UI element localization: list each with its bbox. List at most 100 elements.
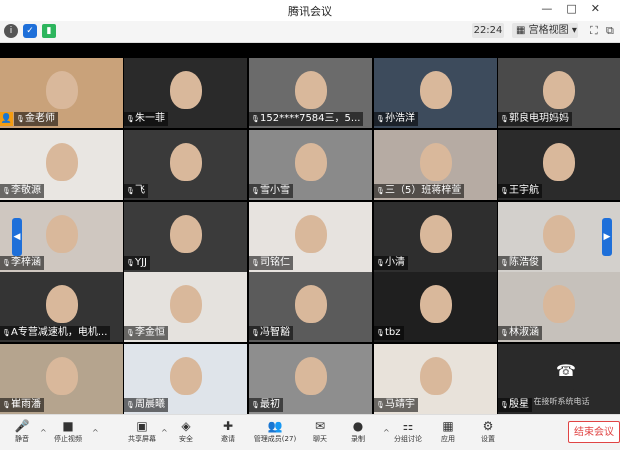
shield-icon[interactable]: ✓ (23, 24, 37, 38)
participant-tile[interactable]: 🎙郭良电玥妈妈 (498, 58, 620, 128)
participant-name-label: 🎙李梓涵 (0, 256, 44, 270)
mic-icon: 🎙 (376, 115, 385, 123)
participant-name: 小清 (385, 257, 405, 268)
participant-video (294, 70, 327, 109)
participant-tile[interactable]: 🎙孙浩洋 (374, 58, 497, 128)
toolbar-button-label: 停止视频 (54, 435, 82, 443)
participant-tile[interactable]: 🎙冯智豁 (249, 272, 372, 342)
participant-tile[interactable]: 🎙最初 (249, 344, 372, 414)
toolbar-button-label: 聊天 (313, 435, 327, 443)
participant-tile[interactable]: 🎙周晨曦 (124, 344, 247, 414)
toolbar-button-label: 管理成员(27) (253, 435, 297, 443)
signal-icon[interactable]: ▮ (42, 24, 56, 38)
participant-tile[interactable]: 🎙A专营减速机，电机... (0, 272, 123, 342)
mic-icon: 🎙 (500, 187, 509, 195)
toolbar-button-share-screen[interactable]: ▣ 共享屏幕 (122, 415, 162, 450)
toolbar-button-label: 安全 (179, 435, 193, 443)
meeting-timer: 22:24 (472, 23, 504, 38)
participant-video (543, 142, 575, 181)
chevron-up-icon[interactable]: ^ (383, 428, 390, 437)
info-icon[interactable]: i (4, 24, 18, 38)
participant-name: 李梓涵 (11, 257, 41, 268)
bottom-toolbar: 结束会议 🎤 静音 ■ 停止视频 ▣ 共享屏幕 ◈ 安全 ✚ 邀请 👥 管理成员(27) ✉ 聊天 ● 录制 ⚏… (0, 414, 620, 450)
participant-name: 三（5）班蒋梓萱 (385, 185, 462, 196)
participant-video (169, 142, 202, 181)
mic-icon: 🎙 (126, 187, 135, 195)
mic-icon: 🎙 (2, 259, 11, 267)
breakout-icon: ⚏ (402, 419, 414, 433)
participant-name-label: 🎙李敬源 (0, 184, 44, 198)
participant-name: 李金恒 (135, 327, 165, 338)
mic-icon: 🎙 (251, 259, 260, 267)
participant-name-label: 🎙孙浩洋 (374, 112, 418, 126)
mic-icon: 🎙 (376, 329, 385, 337)
participant-tile[interactable]: 🎙朱一菲 (124, 58, 247, 128)
toolbar-button-record[interactable]: ● 录制 (338, 415, 378, 450)
participant-tile[interactable]: 🎙马靖宇 (374, 344, 497, 414)
participant-name-label: 🎙周晨曦 (124, 398, 168, 412)
participant-name-label: 🎙YJJ (124, 256, 151, 270)
popout-icon[interactable]: ⧉ (606, 24, 614, 38)
participant-tile[interactable]: 👤 🎙金老师 (0, 58, 123, 128)
toolbar-button-invite[interactable]: ✚ 邀请 (208, 415, 248, 450)
participant-name: YJJ (135, 257, 148, 268)
mic-icon: 🎙 (500, 329, 509, 337)
participant-name-label: 🎙A专营减速机，电机... (0, 326, 111, 340)
participant-tile[interactable]: 🎙152****7584三，5... (249, 58, 372, 128)
participant-name: A专营减速机，电机... (11, 327, 108, 338)
participant-video (419, 214, 452, 253)
participant-video (45, 356, 78, 395)
mic-icon: 🎤 (14, 419, 30, 433)
toolbar-button-gear[interactable]: ⚙ 设置 (468, 415, 508, 450)
toolbar-button-chat[interactable]: ✉ 聊天 (300, 415, 340, 450)
participant-video (543, 70, 575, 109)
chevron-up-icon[interactable]: ^ (92, 428, 99, 437)
participant-name: 雪小雪 (260, 185, 290, 196)
toolbar-button-camera[interactable]: ■ 停止视频 (48, 415, 88, 450)
view-mode-button[interactable]: ▦ 宫格视图 ▾ (512, 23, 578, 38)
participant-name-label: 🎙飞 (124, 184, 148, 198)
participant-video (45, 70, 78, 109)
toolbar-button-mic[interactable]: 🎤 静音 (2, 415, 42, 450)
participant-video (294, 142, 327, 181)
participant-tile[interactable]: 🎙林淑涵 (498, 272, 620, 342)
fullscreen-icon[interactable]: ⛶ (590, 24, 598, 38)
participant-name: 最初 (260, 399, 280, 410)
participant-tile[interactable]: 🎙王宇航 (498, 130, 620, 200)
participant-video (45, 214, 78, 253)
toolbar-button-breakout[interactable]: ⚏ 分组讨论 (388, 415, 428, 450)
participant-tile[interactable]: 🎙三（5）班蒋梓萱 (374, 130, 497, 200)
mic-icon: 🎙 (126, 115, 135, 123)
participant-tile[interactable]: 🎙YJJ (124, 202, 247, 272)
end-meeting-button[interactable]: 结束会议 (568, 421, 620, 443)
participant-tile[interactable]: 🎙小清 (374, 202, 497, 272)
participant-tile[interactable]: 🎙崔雨潘 (0, 344, 123, 414)
participant-name-label: 🎙最初 (249, 398, 283, 412)
window-controls[interactable]: —□✕ (541, 2, 614, 15)
participant-tile[interactable]: 🎙tbz (374, 272, 497, 342)
chevron-up-icon[interactable]: ^ (40, 428, 47, 437)
prev-page-button[interactable]: ◀ (12, 218, 22, 256)
chevron-up-icon[interactable]: ^ (161, 428, 168, 437)
participant-tile[interactable]: 🎙飞 (124, 130, 247, 200)
participant-tile[interactable]: 🎙雪小雪 (249, 130, 372, 200)
participant-video (543, 284, 575, 323)
toolbar-button-label: 设置 (481, 435, 495, 443)
participant-tile[interactable]: 🎙李金恒 (124, 272, 247, 342)
toolbar-button-shield[interactable]: ◈ 安全 (166, 415, 206, 450)
toolbar-button-members[interactable]: 👥 管理成员(27) (248, 415, 302, 450)
mic-icon: 🎙 (500, 115, 509, 123)
toolbar-button-apps[interactable]: ▦ 应用 (428, 415, 468, 450)
participant-name: 金老师 (25, 113, 55, 124)
participant-tile[interactable]: 🎙李敬源 (0, 130, 123, 200)
title-bar: 腾讯会议 —□✕ (0, 0, 620, 21)
participant-name-label: 🎙马靖宇 (374, 398, 418, 412)
next-page-button[interactable]: ▶ (602, 218, 612, 256)
participant-name: 马靖宇 (385, 399, 415, 410)
participant-name-label: 🎙三（5）班蒋梓萱 (374, 184, 465, 198)
members-icon: 👥 (267, 419, 283, 433)
toolbar-button-label: 分组讨论 (394, 435, 422, 443)
host-badge-icon: 👤 (0, 112, 13, 126)
participant-tile[interactable]: 🎙司铭仁 (249, 202, 372, 272)
participant-name: 崔雨潘 (11, 399, 41, 410)
